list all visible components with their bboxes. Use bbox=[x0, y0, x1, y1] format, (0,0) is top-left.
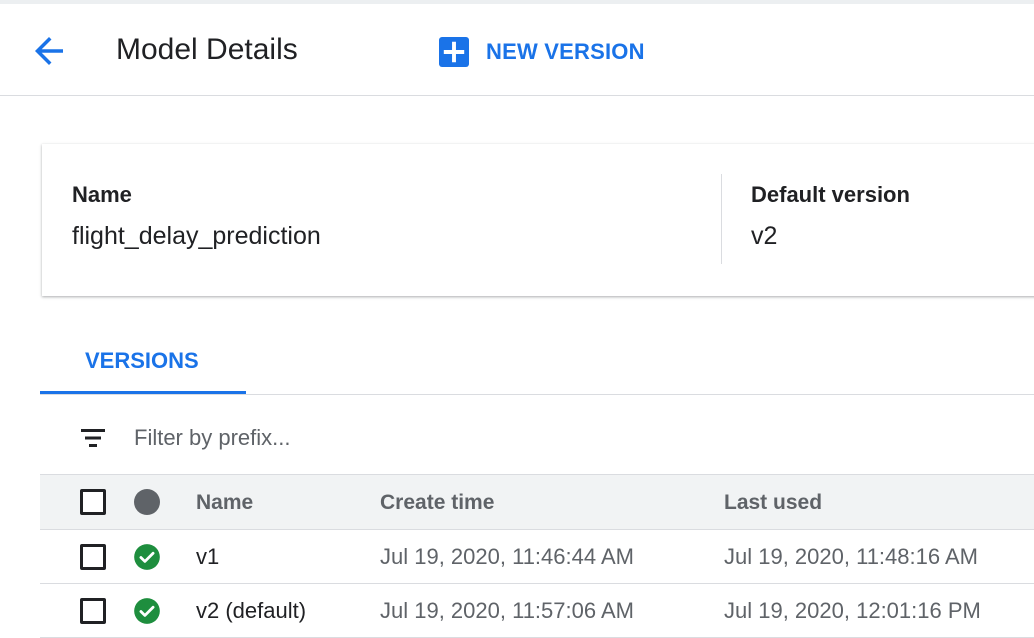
check-circle-icon bbox=[134, 598, 160, 624]
row-checkbox[interactable] bbox=[80, 544, 106, 570]
row-checkbox[interactable] bbox=[80, 598, 106, 624]
tab-versions[interactable]: VERSIONS bbox=[40, 334, 246, 394]
default-version-label: Default version bbox=[751, 182, 910, 207]
filter-input[interactable] bbox=[128, 418, 728, 458]
tab-versions-label: VERSIONS bbox=[85, 348, 199, 373]
name-value: flight_delay_prediction bbox=[72, 222, 321, 250]
filter-list-icon[interactable] bbox=[80, 426, 106, 450]
last-used: Jul 19, 2020, 12:01:16 PM bbox=[724, 598, 981, 623]
default-version-value: v2 bbox=[751, 222, 778, 250]
check-circle-icon bbox=[134, 544, 160, 570]
arrow-left-icon[interactable] bbox=[28, 30, 70, 72]
versions-table: Name Create time Last used v1 Jul 19, 20… bbox=[40, 474, 1034, 638]
table-row[interactable]: v2 (default) Jul 19, 2020, 11:57:06 AM J… bbox=[40, 584, 1034, 638]
page-title: Model Details bbox=[116, 33, 298, 66]
new-version-label: NEW VERSION bbox=[486, 39, 645, 64]
card-divider bbox=[721, 174, 722, 264]
plus-box-icon bbox=[439, 37, 469, 67]
status-column-icon bbox=[134, 489, 160, 515]
page-header: Model Details NEW VERSION bbox=[0, 0, 1034, 96]
column-header-name[interactable]: Name bbox=[196, 475, 253, 531]
new-version-button[interactable]: NEW VERSION bbox=[436, 32, 645, 72]
create-time: Jul 19, 2020, 11:57:06 AM bbox=[380, 598, 634, 623]
version-name[interactable]: v2 (default) bbox=[196, 584, 306, 638]
select-all-checkbox[interactable] bbox=[80, 489, 106, 515]
column-header-last-used[interactable]: Last used bbox=[724, 475, 822, 531]
create-time: Jul 19, 2020, 11:46:44 AM bbox=[380, 544, 634, 569]
last-used: Jul 19, 2020, 11:48:16 AM bbox=[724, 544, 978, 569]
table-row[interactable]: v1 Jul 19, 2020, 11:46:44 AM Jul 19, 202… bbox=[40, 530, 1034, 584]
model-details-card: Name flight_delay_prediction Default ver… bbox=[42, 144, 1034, 296]
table-header-row: Name Create time Last used bbox=[40, 474, 1034, 530]
name-label: Name bbox=[72, 182, 132, 207]
back-button[interactable] bbox=[28, 30, 70, 72]
version-name[interactable]: v1 bbox=[196, 530, 219, 584]
column-header-create-time[interactable]: Create time bbox=[380, 475, 494, 531]
tabs-divider bbox=[40, 394, 1034, 395]
